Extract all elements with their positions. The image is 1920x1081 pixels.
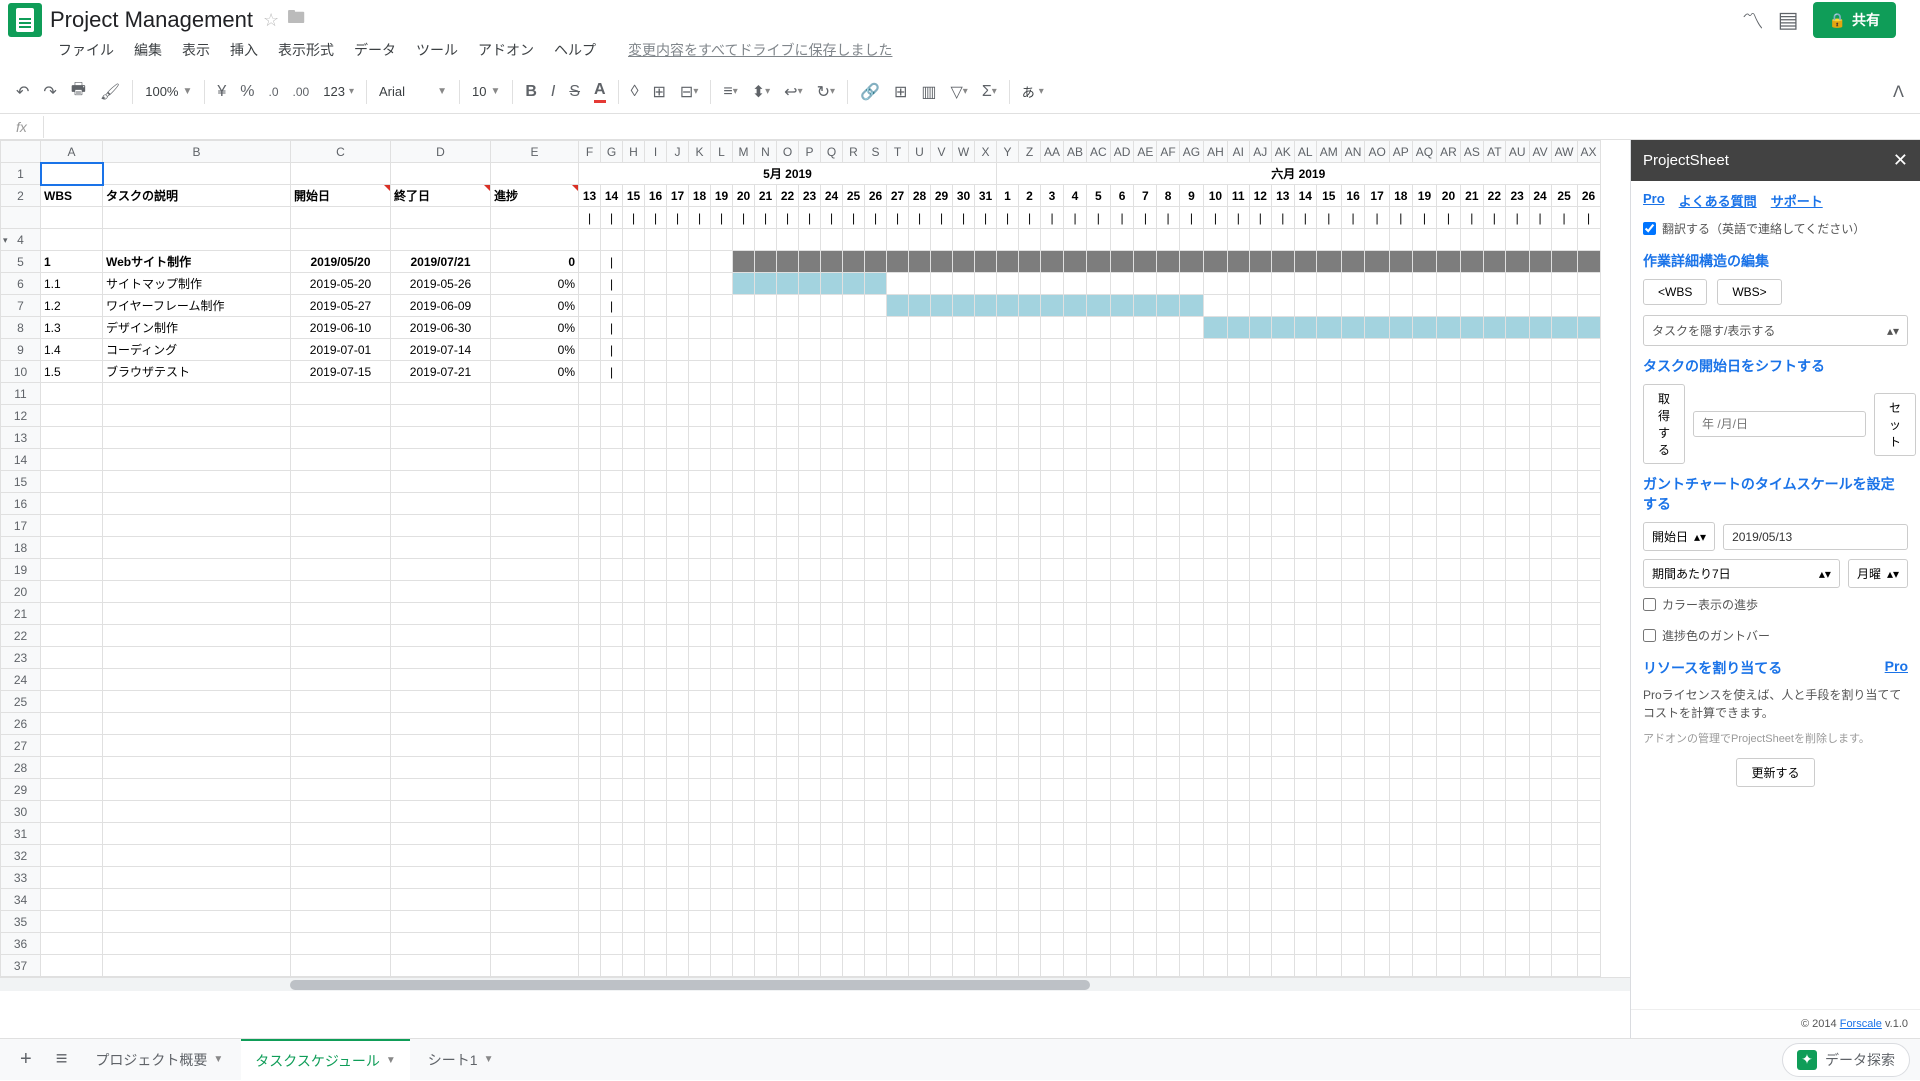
scale-date-input[interactable] xyxy=(1723,524,1908,550)
sidebar-title: ProjectSheet xyxy=(1643,152,1729,169)
explore-icon: ✦ xyxy=(1797,1050,1817,1070)
filter-button[interactable]: ▽▾ xyxy=(944,77,973,107)
italic-button[interactable]: I xyxy=(545,78,561,106)
rotation-button[interactable]: ↻▾ xyxy=(811,77,841,107)
section-wbs: 作業詳細構造の編集 xyxy=(1643,251,1908,271)
pro-link[interactable]: Pro xyxy=(1643,191,1665,210)
currency-button[interactable]: ¥ xyxy=(211,78,232,106)
doc-title[interactable]: Project Management xyxy=(50,7,253,33)
redo-button[interactable]: ↷ xyxy=(37,77,62,107)
wrap-button[interactable]: ↩▾ xyxy=(778,77,808,107)
functions-button[interactable]: Σ▾ xyxy=(976,78,1003,106)
formula-input[interactable] xyxy=(44,125,1920,129)
section-shift: タスクの開始日をシフトする xyxy=(1643,356,1908,376)
comments-icon[interactable]: ▤ xyxy=(1778,7,1799,33)
tab-overview[interactable]: プロジェクト概要▼ xyxy=(81,1040,237,1080)
star-icon[interactable]: ☆ xyxy=(263,10,279,31)
number-format-select[interactable]: 123▾ xyxy=(317,80,360,103)
zoom-select[interactable]: 100%▼ xyxy=(139,80,198,103)
borders-button[interactable]: ⊞ xyxy=(647,77,672,107)
section-scale: ガントチャートのタイムスケールを設定する xyxy=(1643,474,1908,514)
fx-label: fx xyxy=(0,116,44,138)
sheets-logo[interactable] xyxy=(8,3,42,37)
close-icon[interactable]: ✕ xyxy=(1893,150,1908,171)
bold-button[interactable]: B xyxy=(519,78,543,106)
menu-insert[interactable]: 挿入 xyxy=(222,36,266,64)
activity-icon[interactable]: 〽 xyxy=(1742,4,1764,36)
forscale-link[interactable]: Forscale xyxy=(1840,1018,1882,1030)
lock-icon: 🔒 xyxy=(1829,12,1846,29)
menu-tools[interactable]: ツール xyxy=(408,36,466,64)
projectsheet-sidebar: ProjectSheet ✕ Pro よくある質問 サポート 翻訳する（英語で連… xyxy=(1630,140,1920,1038)
bottom-bar: + ≡ プロジェクト概要▼ タスクスケジュール▼ シート1▼ ✦ データ探索 xyxy=(0,1038,1920,1080)
refresh-button[interactable]: 更新する xyxy=(1736,758,1814,787)
hide-task-dropdown[interactable]: タスクを隠す/表示する▴▾ xyxy=(1643,315,1908,346)
color-progress-checkbox[interactable]: カラー表示の進歩 xyxy=(1643,596,1908,613)
set-date-button[interactable]: セット xyxy=(1874,393,1916,456)
resource-text: Proライセンスを使えば、人と手段を割り当ててコストを計算できます。 xyxy=(1643,686,1908,722)
wbs-out-button[interactable]: WBS> xyxy=(1717,279,1781,305)
fill-color-button[interactable]: ◊ xyxy=(625,78,645,106)
font-size-select[interactable]: 10▼ xyxy=(466,80,506,103)
progress-bar-checkbox[interactable]: 進捗色のガントバー xyxy=(1643,627,1908,644)
menu-format[interactable]: 表示形式 xyxy=(270,36,342,64)
scale-mode-dropdown[interactable]: 開始日▴▾ xyxy=(1643,522,1715,551)
menu-view[interactable]: 表示 xyxy=(174,36,218,64)
menu-addons[interactable]: アドオン xyxy=(470,36,542,64)
section-resource: リソースを割り当てる Pro xyxy=(1643,658,1908,678)
add-sheet-button[interactable]: + xyxy=(10,1040,42,1079)
tab-schedule[interactable]: タスクスケジュール▼ xyxy=(241,1039,410,1081)
menu-file[interactable]: ファイル xyxy=(50,36,122,64)
menubar: ファイル 編集 表示 挿入 表示形式 データ ツール アドオン ヘルプ 変更内容… xyxy=(0,34,1920,70)
comment-button[interactable]: ⊞ xyxy=(888,77,913,107)
decrease-decimal-button[interactable]: .0 xyxy=(263,80,285,104)
faq-link[interactable]: よくある質問 xyxy=(1679,191,1757,210)
support-link[interactable]: サポート xyxy=(1771,191,1823,210)
print-button[interactable]: 🖶 xyxy=(65,73,92,110)
get-date-button[interactable]: 取得する xyxy=(1643,384,1685,464)
shift-date-input[interactable] xyxy=(1693,411,1866,437)
v-align-button[interactable]: ⬍▾ xyxy=(746,77,776,107)
tab-sheet1[interactable]: シート1▼ xyxy=(414,1040,508,1080)
chart-button[interactable]: ▥ xyxy=(915,77,942,107)
collapse-toolbar-button[interactable]: ᐱ xyxy=(1887,77,1910,107)
menu-help[interactable]: ヘルプ xyxy=(546,36,604,64)
spreadsheet-grid[interactable]: ABCDEFGHIJKLMNOPQRSTUVWXYZAAABACADAEAFAG… xyxy=(0,140,1601,977)
weekday-dropdown[interactable]: 月曜▴▾ xyxy=(1848,559,1908,588)
menu-data[interactable]: データ xyxy=(346,36,404,64)
sidebar-footer: © 2014 Forscale v.1.0 xyxy=(1631,1009,1920,1038)
increase-decimal-button[interactable]: .00 xyxy=(287,80,316,104)
percent-button[interactable]: % xyxy=(234,78,260,106)
text-color-button[interactable]: A xyxy=(588,76,612,108)
toolbar: ↶ ↷ 🖶 🖌 100%▼ ¥ % .0 .00 123▾ Arial▼ 10▼… xyxy=(0,70,1920,114)
folder-icon[interactable]: 🖿 xyxy=(287,5,305,35)
resource-pro-link[interactable]: Pro xyxy=(1885,658,1908,674)
translate-checkbox[interactable]: 翻訳する（英語で連絡してください） xyxy=(1643,220,1908,237)
merge-button[interactable]: ⊟▾ xyxy=(674,77,704,107)
link-button[interactable]: 🔗 xyxy=(854,77,886,107)
save-status[interactable]: 変更内容をすべてドライブに保存しました xyxy=(620,36,900,64)
h-align-button[interactable]: ≡▾ xyxy=(717,78,743,106)
undo-button[interactable]: ↶ xyxy=(10,77,35,107)
font-select[interactable]: Arial▼ xyxy=(373,80,453,103)
ime-button[interactable]: あ▾ xyxy=(1016,78,1050,105)
explore-button[interactable]: ✦ データ探索 xyxy=(1782,1043,1910,1077)
h-scrollbar[interactable] xyxy=(0,977,1630,991)
remove-text: アドオンの管理でProjectSheetを削除します。 xyxy=(1643,730,1908,746)
menu-edit[interactable]: 編集 xyxy=(126,36,170,64)
strike-button[interactable]: S xyxy=(563,78,586,106)
all-sheets-button[interactable]: ≡ xyxy=(46,1040,78,1079)
paint-format-button[interactable]: 🖌 xyxy=(94,77,126,107)
period-dropdown[interactable]: 期間あたり7日▴▾ xyxy=(1643,559,1840,588)
wbs-in-button[interactable]: <WBS xyxy=(1643,279,1707,305)
share-button[interactable]: 🔒共有 xyxy=(1813,2,1896,38)
